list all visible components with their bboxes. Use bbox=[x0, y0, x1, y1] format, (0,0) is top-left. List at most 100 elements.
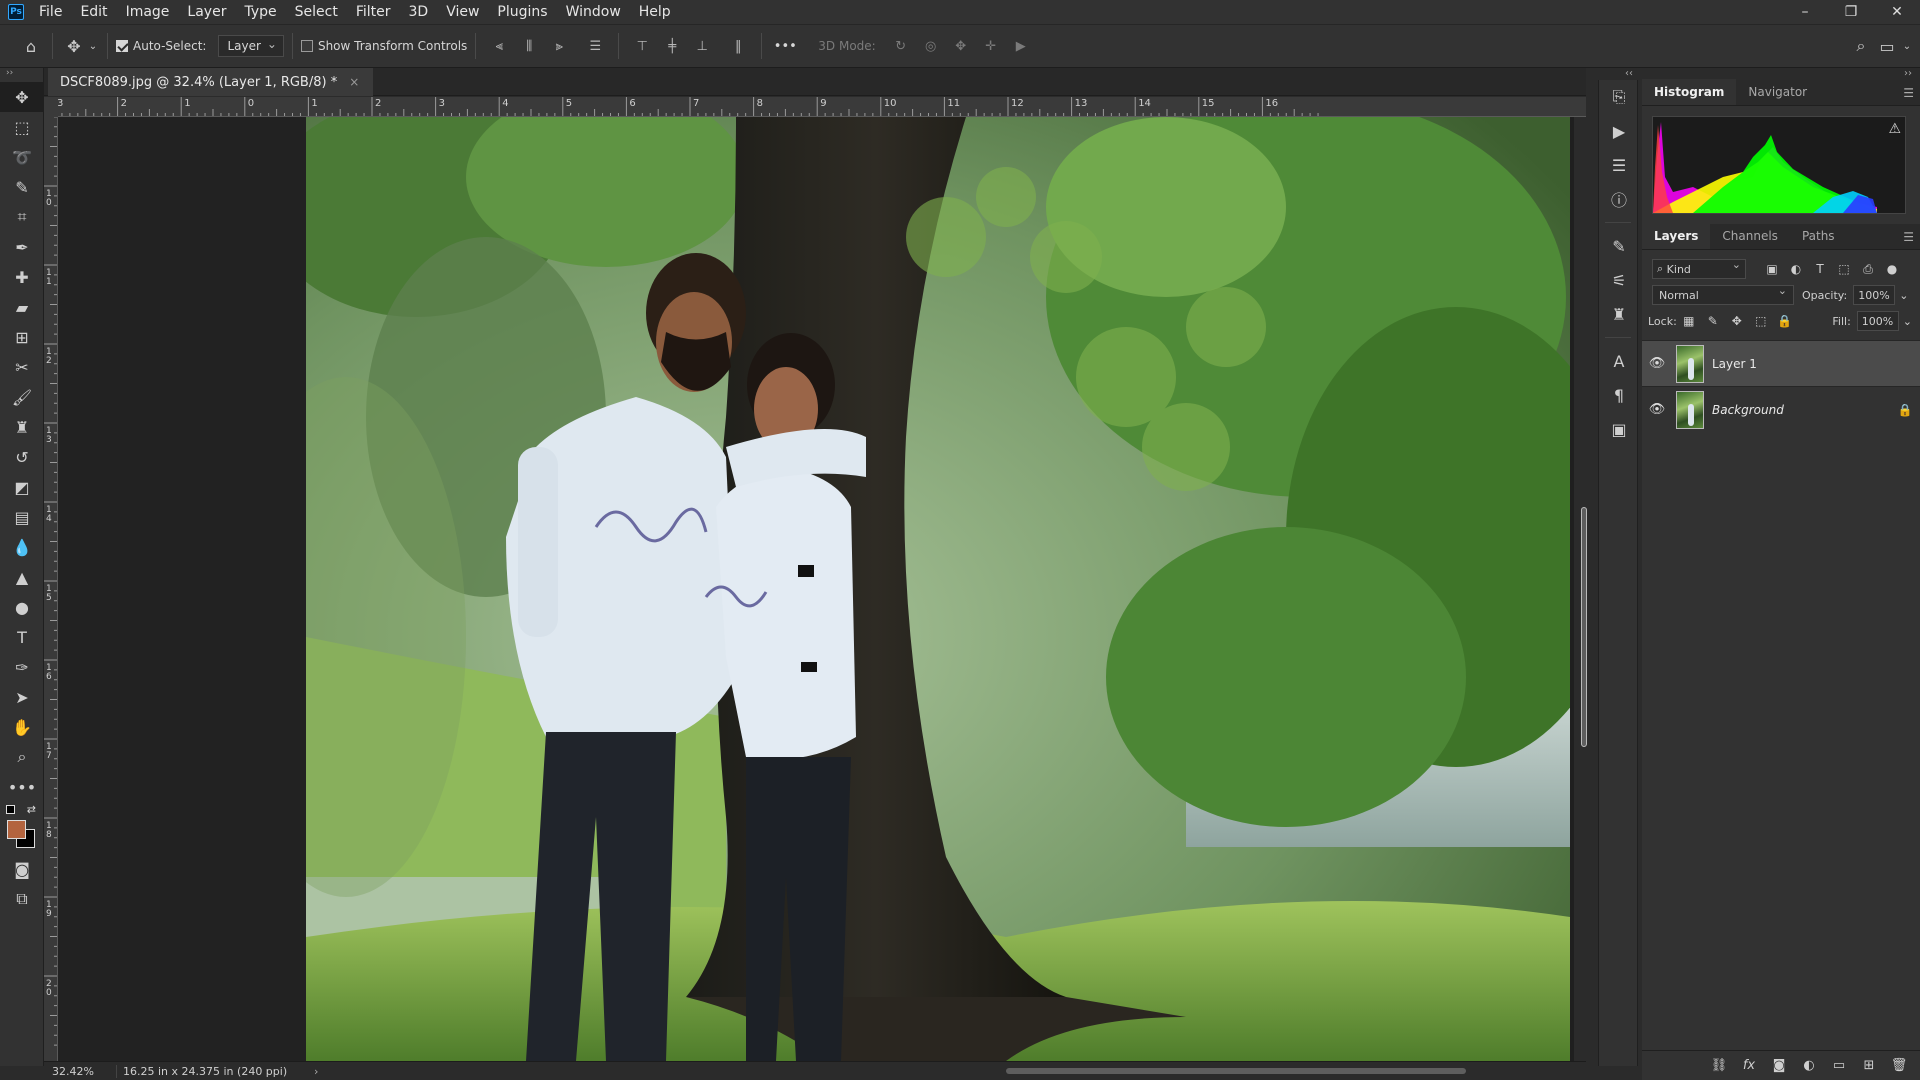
cache-warning-icon[interactable]: ⚠ bbox=[1888, 121, 1901, 137]
align-center-h-icon[interactable]: ⫼ bbox=[518, 35, 540, 57]
collapse-left-icon[interactable]: ‹‹ bbox=[1625, 68, 1633, 79]
frame-tool-icon[interactable]: ⊞ bbox=[0, 322, 44, 352]
new-adjustment-layer-icon[interactable]: ◐ bbox=[1794, 1058, 1824, 1073]
zoom-tool-icon[interactable]: ⌕ bbox=[0, 742, 44, 772]
status-menu-arrow[interactable]: › bbox=[306, 1065, 326, 1078]
marquee-tool-icon[interactable]: ⬚ bbox=[0, 112, 44, 142]
quick-mask-tool-icon[interactable]: ◙ bbox=[0, 854, 44, 884]
lock-transparent-icon[interactable]: ▦ bbox=[1677, 314, 1701, 328]
menu-type[interactable]: Type bbox=[235, 0, 285, 24]
fill-field[interactable]: 100% bbox=[1856, 311, 1899, 331]
crop-tool-icon[interactable]: ⌗ bbox=[0, 202, 44, 232]
blur-tool-icon[interactable]: 💧 bbox=[0, 532, 44, 562]
menu-help[interactable]: Help bbox=[630, 0, 680, 24]
patch-tool-icon[interactable]: ✂ bbox=[0, 352, 44, 382]
distribute-horizontal-icon[interactable]: ‖ bbox=[727, 35, 749, 57]
shape-filter-icon[interactable]: ⬚ bbox=[1832, 262, 1856, 276]
menu-image[interactable]: Image bbox=[117, 0, 179, 24]
align-right-icon[interactable]: ⫸ bbox=[548, 35, 570, 57]
ruler-tool-icon[interactable]: ▰ bbox=[0, 292, 44, 322]
menu-edit[interactable]: Edit bbox=[71, 0, 116, 24]
quick-select-tool-icon[interactable]: ✎ bbox=[0, 172, 44, 202]
more-tools-icon[interactable]: ••• bbox=[0, 772, 44, 802]
eyedropper-tool-icon[interactable]: ✒ bbox=[0, 232, 44, 262]
type-tool-icon[interactable]: T bbox=[0, 622, 44, 652]
scale-3d-icon[interactable]: ▶ bbox=[1010, 35, 1032, 57]
workspace-icon[interactable]: ▭ bbox=[1874, 33, 1900, 59]
blend-mode-dropdown[interactable]: Normal ⌄ bbox=[1652, 284, 1794, 305]
restore-button[interactable]: ❐ bbox=[1828, 0, 1874, 24]
gradient-tool-icon[interactable]: ▤ bbox=[0, 502, 44, 532]
tab-navigator[interactable]: Navigator bbox=[1736, 79, 1819, 105]
visibility-eye-icon[interactable]: 👁 bbox=[1642, 402, 1672, 417]
foreground-color-swatch[interactable] bbox=[7, 820, 26, 839]
pixel-filter-icon[interactable]: ▣ bbox=[1760, 262, 1784, 276]
horizontal-scroll-thumb[interactable] bbox=[1006, 1067, 1467, 1074]
minimize-button[interactable]: – bbox=[1782, 0, 1828, 24]
collapse-right-icon[interactable]: ›› bbox=[1904, 68, 1912, 79]
brush-settings-icon[interactable]: ⚟ bbox=[1599, 263, 1639, 297]
menu-filter[interactable]: Filter bbox=[347, 0, 400, 24]
layer-style-icon[interactable]: fx bbox=[1734, 1058, 1764, 1073]
glyphs-icon[interactable]: ▣ bbox=[1599, 412, 1639, 446]
layers-panel-menu-icon[interactable]: ☰ bbox=[1903, 230, 1914, 244]
tab-channels[interactable]: Channels bbox=[1710, 223, 1790, 249]
info-icon[interactable]: ⓘ bbox=[1599, 182, 1639, 216]
chevron-down-icon[interactable]: ⌄ bbox=[87, 33, 99, 59]
search-icon[interactable]: ⌕ bbox=[1848, 33, 1874, 59]
align-middle-v-icon[interactable]: ╪ bbox=[661, 35, 683, 57]
lock-image-icon[interactable]: ✎ bbox=[1701, 314, 1725, 328]
roll-3d-icon[interactable]: ◎ bbox=[920, 35, 942, 57]
document-canvas[interactable] bbox=[306, 117, 1570, 1061]
menu-select[interactable]: Select bbox=[286, 0, 347, 24]
slide-3d-icon[interactable]: ✛ bbox=[980, 35, 1002, 57]
align-top-icon[interactable]: ⊤ bbox=[631, 35, 653, 57]
vertical-scrollbar[interactable] bbox=[1574, 117, 1587, 1061]
fill-dropdown-icon[interactable]: ⌄ bbox=[1903, 315, 1912, 328]
adjustment-filter-icon[interactable]: ◐ bbox=[1784, 262, 1808, 276]
sharpen-tool-icon[interactable]: ▲ bbox=[0, 562, 44, 592]
stamp-tool-icon[interactable]: ♜ bbox=[0, 412, 44, 442]
show-transform-checkbox[interactable] bbox=[300, 40, 313, 52]
tab-histogram[interactable]: Histogram bbox=[1642, 79, 1737, 105]
opacity-dropdown-icon[interactable]: ⌄ bbox=[1899, 289, 1908, 302]
history-brush-tool-icon[interactable]: ↺ bbox=[0, 442, 44, 472]
auto-select-target-dropdown[interactable]: Layer bbox=[218, 34, 284, 57]
orbit-3d-icon[interactable]: ↻ bbox=[890, 35, 912, 57]
vertical-ruler[interactable]: 9 1 0 1 1 1 2 1 3 1 4 1 5 1 6 1 7 1 8 1 9 2 0 bbox=[44, 117, 58, 1061]
layer-kind-filter[interactable]: ⌕ Kind ⌄ bbox=[1652, 258, 1746, 279]
pen-tool-icon[interactable]: ✑ bbox=[0, 652, 44, 682]
swap-colors-icon[interactable]: ⇄ bbox=[27, 803, 36, 816]
home-icon[interactable]: ⌂ bbox=[18, 33, 44, 59]
show-transform-option[interactable]: Show Transform Controls bbox=[300, 39, 467, 53]
move-tool-icon[interactable]: ✥ bbox=[0, 82, 44, 112]
panel-menu-icon[interactable]: ☰ bbox=[1903, 86, 1914, 100]
hand-tool-icon[interactable]: ✋ bbox=[0, 712, 44, 742]
link-layers-icon[interactable]: ⛓ bbox=[1704, 1058, 1734, 1073]
close-document-icon[interactable]: × bbox=[349, 75, 359, 89]
add-mask-icon[interactable]: ◙ bbox=[1764, 1058, 1794, 1073]
layer-row[interactable]: 👁 Background 🔒 bbox=[1642, 386, 1920, 432]
smart-object-filter-icon[interactable]: ⎙ bbox=[1856, 262, 1880, 277]
lock-all-icon[interactable]: 🔒 bbox=[1773, 314, 1797, 328]
lock-position-icon[interactable]: ✥ bbox=[1725, 314, 1749, 328]
default-colors-icon[interactable] bbox=[6, 805, 18, 815]
tab-layers[interactable]: Layers bbox=[1642, 223, 1711, 249]
layer-lock-icon[interactable]: 🔒 bbox=[1890, 403, 1920, 417]
lasso-tool-icon[interactable]: ➰ bbox=[0, 142, 44, 172]
opacity-field[interactable]: 100% bbox=[1853, 285, 1896, 305]
adjustments-icon[interactable]: ☰ bbox=[1599, 148, 1639, 182]
screen-mode-tool-icon[interactable]: ⧉ bbox=[0, 884, 44, 914]
vertical-scroll-thumb[interactable] bbox=[1581, 507, 1587, 747]
clone-source-icon[interactable]: ♜ bbox=[1599, 297, 1639, 331]
history-icon[interactable]: ⎘ bbox=[1599, 80, 1639, 114]
document-info[interactable]: 16.25 in x 24.375 in (240 ppi) bbox=[116, 1064, 306, 1078]
more-options-icon[interactable]: ••• bbox=[774, 35, 797, 57]
menu-3d[interactable]: 3D bbox=[400, 0, 438, 24]
align-bottom-icon[interactable]: ⊥ bbox=[691, 35, 713, 57]
path-select-tool-icon[interactable]: ➤ bbox=[0, 682, 44, 712]
layer-row[interactable]: 👁 Layer 1 bbox=[1642, 340, 1920, 386]
move-tool-preset-icon[interactable]: ✥ bbox=[61, 33, 87, 59]
auto-select-option[interactable]: Auto-Select: bbox=[116, 39, 206, 53]
filter-toggle-icon[interactable]: ● bbox=[1880, 262, 1904, 276]
